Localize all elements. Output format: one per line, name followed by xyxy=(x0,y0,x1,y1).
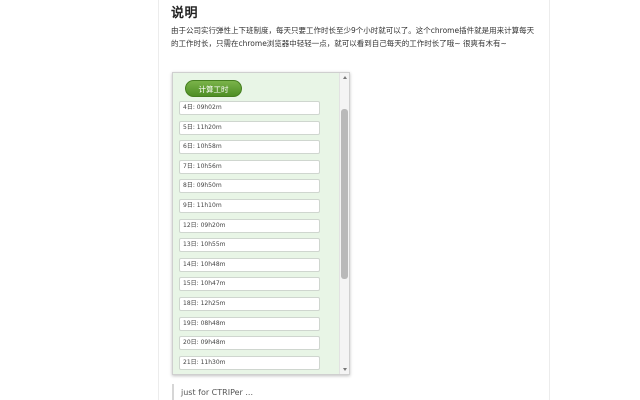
work-hours-list: 4日: 09h02m 5日: 11h20m 6日: 10h58m 7日: 10h… xyxy=(179,101,320,374)
list-item: 18日: 12h25m xyxy=(179,296,320,311)
list-item: 13日: 10h55m xyxy=(179,238,320,253)
scrollbar-thumb[interactable] xyxy=(341,109,348,279)
extension-popup: 计算工时 4日: 09h02m 5日: 11h20m 6日: 10h58m 7日… xyxy=(172,72,350,375)
list-item: 9日: 11h10m xyxy=(179,198,320,213)
list-item: 21日: 11h30m xyxy=(179,355,320,370)
list-item: 14日: 10h48m xyxy=(179,257,320,272)
scroll-up-arrow-icon[interactable] xyxy=(341,75,349,81)
list-item: 5日: 11h20m xyxy=(179,120,320,135)
list-item: 12日: 09h20m xyxy=(179,218,320,233)
blockquote-bar xyxy=(172,384,174,400)
list-item: 6日: 10h58m xyxy=(179,140,320,155)
calculate-hours-button[interactable]: 计算工时 xyxy=(185,80,242,97)
list-item: 19日: 08h48m xyxy=(179,316,320,331)
popup-scrollbar[interactable] xyxy=(339,73,349,374)
list-item: 20日: 09h48m xyxy=(179,336,320,351)
description-text: 由于公司实行弹性上下班制度，每天只要工作时长至少9个小时就可以了。这个chrom… xyxy=(171,26,535,48)
scroll-down-arrow-icon[interactable] xyxy=(341,366,349,372)
list-item: 8日: 09h50m xyxy=(179,179,320,194)
list-item: 15日: 10h47m xyxy=(179,277,320,292)
list-item: 4日: 09h02m xyxy=(179,101,320,115)
blockquote-text: just for CTRIPer ... xyxy=(181,388,253,397)
page-title: 说明 xyxy=(171,6,199,21)
list-item: 7日: 10h56m xyxy=(179,159,320,174)
